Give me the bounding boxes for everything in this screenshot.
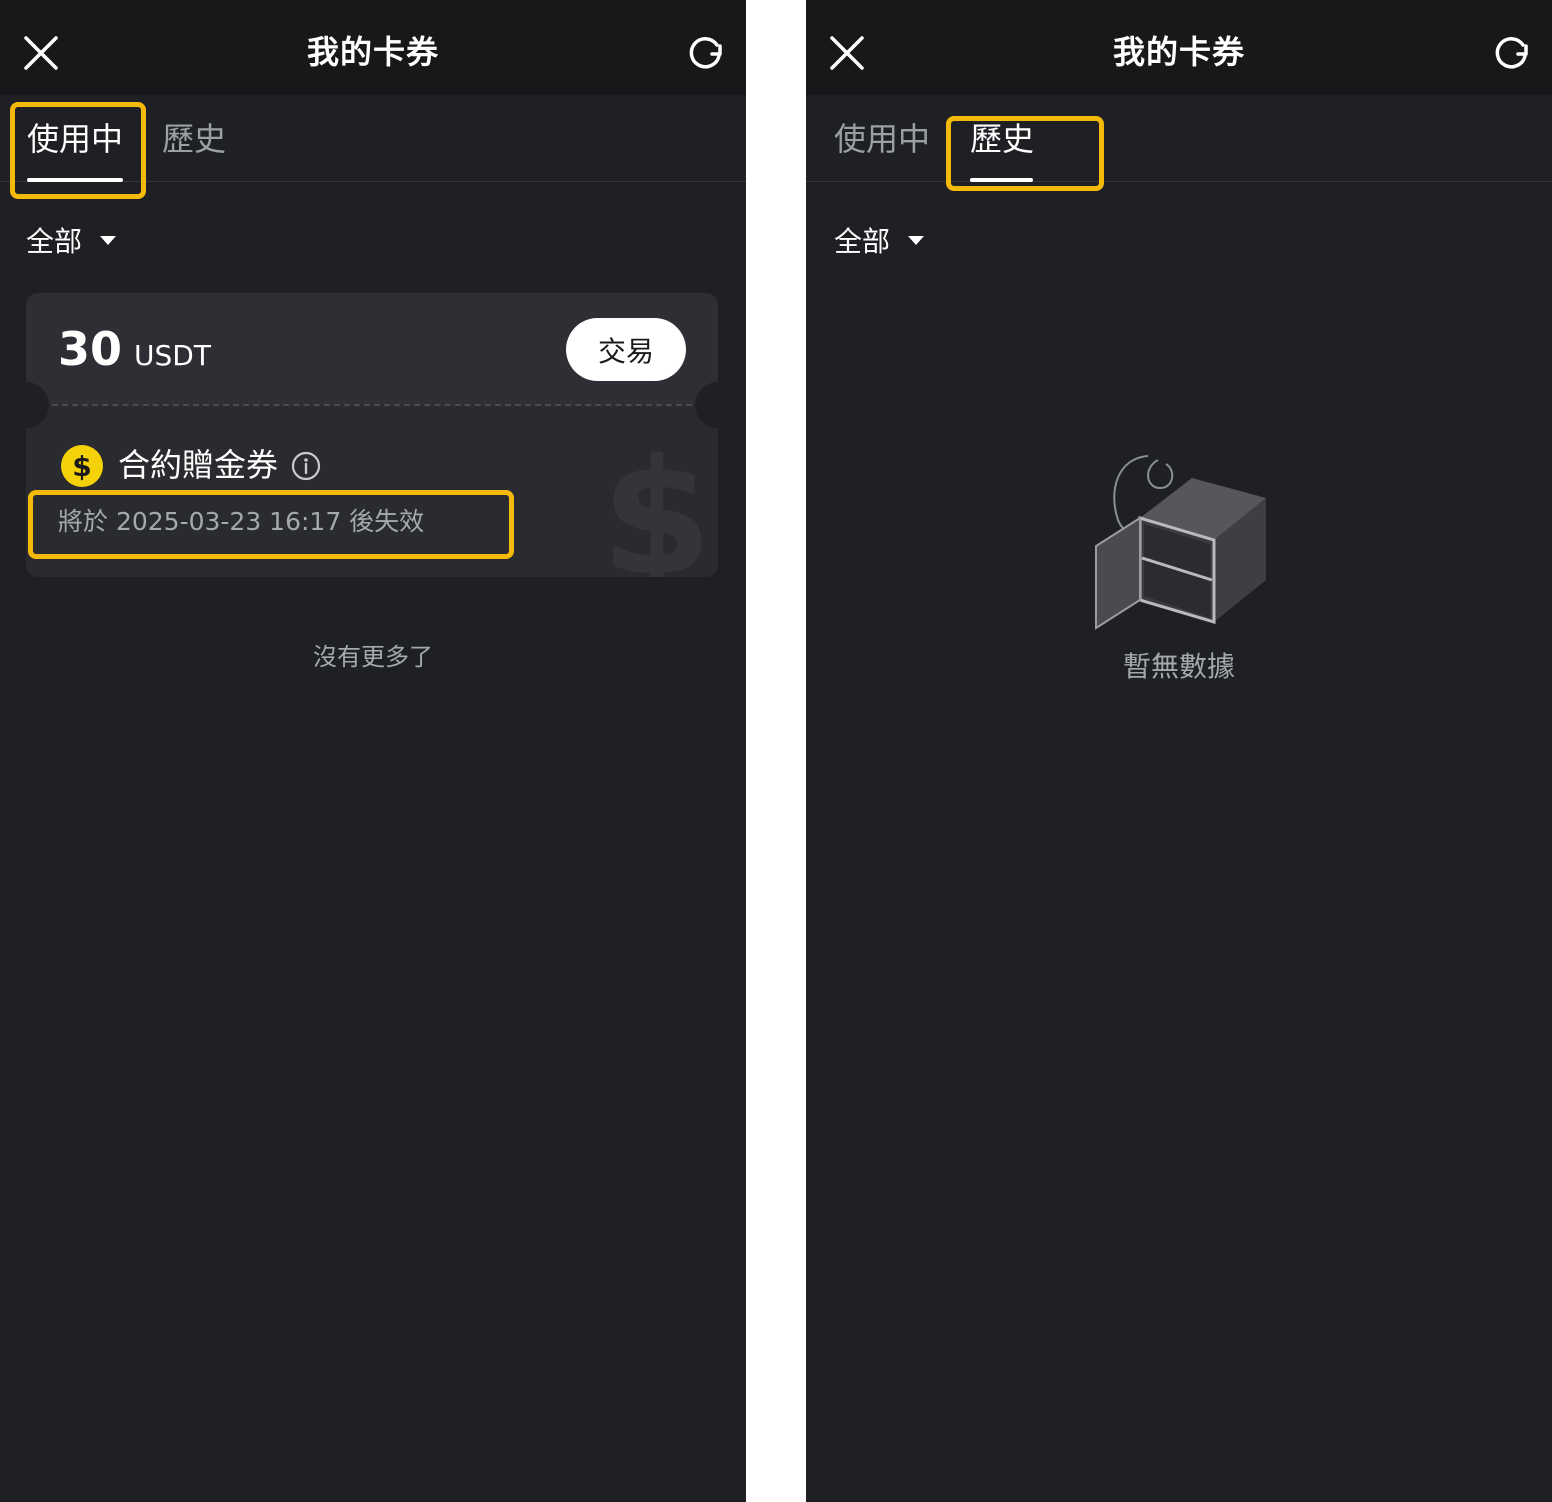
- coupon-notch-left: [3, 382, 49, 428]
- caret-down-icon: [908, 235, 925, 245]
- caret-down-icon: [100, 235, 117, 245]
- empty-box-icon: [1095, 455, 1266, 630]
- highlight-box-expiry: [28, 490, 514, 559]
- header: 我的卡券: [0, 0, 746, 95]
- info-icon[interactable]: [291, 451, 321, 481]
- coin-icon: $: [61, 445, 103, 487]
- dollar-watermark-icon: $: [601, 424, 713, 578]
- coupon-name: 合約贈金券: [118, 446, 279, 484]
- page-title: 我的卡券: [1112, 33, 1245, 71]
- refresh-icon[interactable]: [1490, 32, 1532, 74]
- page-title: 我的卡券: [306, 33, 439, 71]
- coupon-notch-right: [695, 382, 741, 428]
- left-panel: 我的卡券 使用中 歷史 全部 $ 30 USDT 交易 $ 合約贈金券 將於 2…: [0, 0, 746, 1502]
- no-more-label: 沒有更多了: [313, 643, 433, 671]
- empty-state-label: 暫無數據: [1122, 650, 1235, 683]
- highlight-box-tab: [10, 102, 146, 199]
- highlight-box-tab: [946, 116, 1104, 191]
- tab-in-use[interactable]: 使用中: [834, 117, 930, 161]
- right-panel: 我的卡券 使用中 歷史 全部 暫無數據: [806, 0, 1552, 1502]
- coupon-amount-unit: USDT: [134, 339, 211, 372]
- header: 我的卡券: [806, 0, 1552, 95]
- coupon-amount: 30 USDT: [58, 321, 211, 377]
- filter-label: 全部: [834, 225, 891, 258]
- coupon-divider: [52, 404, 692, 406]
- filter-dropdown[interactable]: 全部: [834, 220, 925, 260]
- trade-button[interactable]: 交易: [566, 318, 686, 381]
- tab-bar: 使用中 歷史: [806, 95, 1552, 182]
- tab-history[interactable]: 歷史: [162, 117, 226, 161]
- coupon-amount-value: 30: [58, 322, 123, 376]
- refresh-icon[interactable]: [684, 32, 726, 74]
- filter-label: 全部: [26, 225, 83, 258]
- filter-dropdown[interactable]: 全部: [26, 220, 117, 260]
